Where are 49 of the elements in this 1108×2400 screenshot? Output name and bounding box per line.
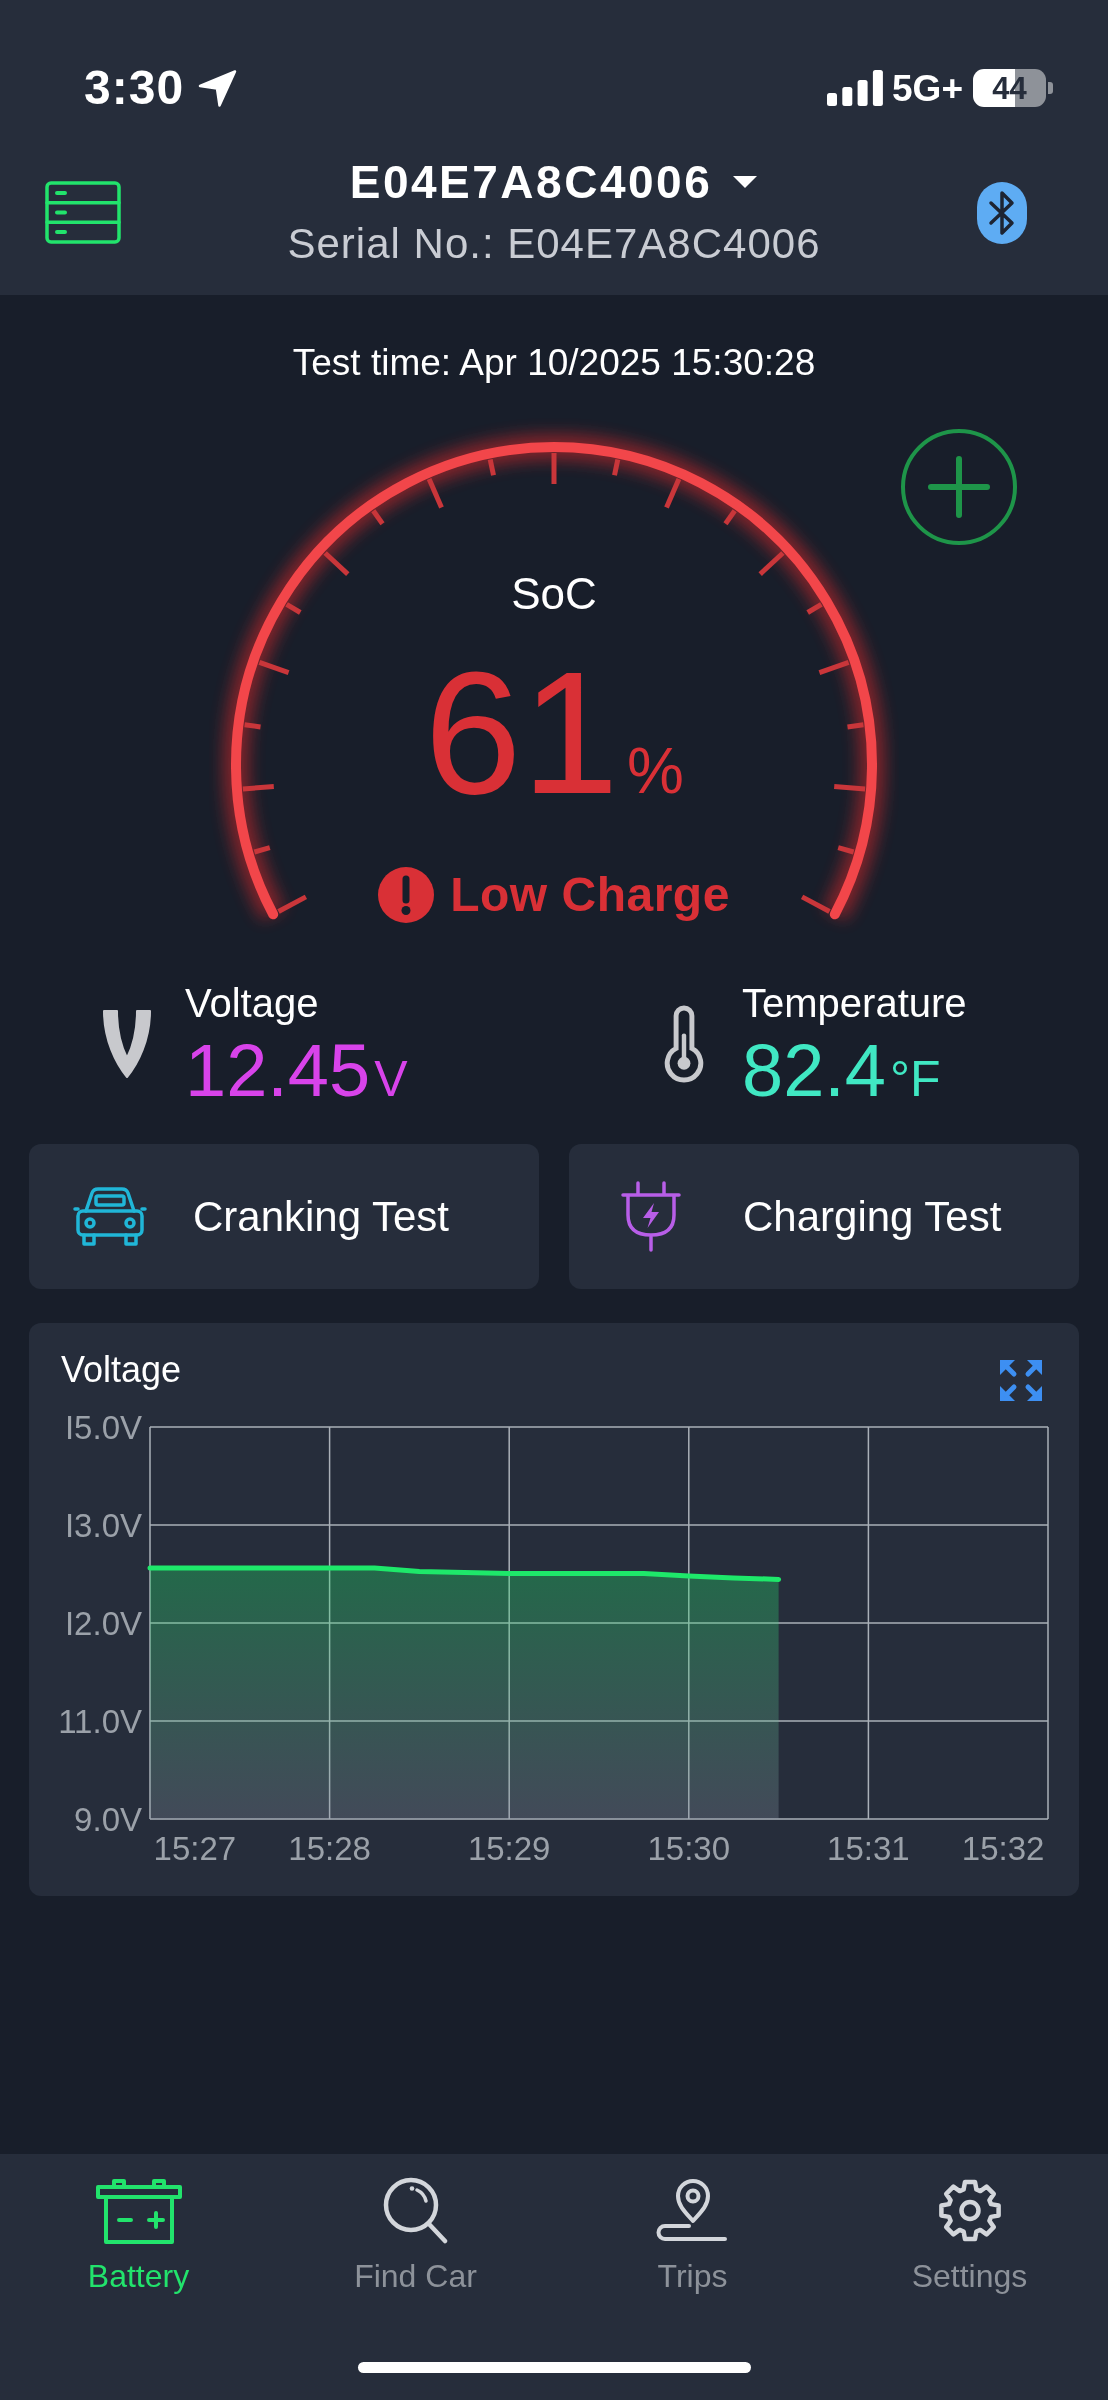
reading-value: 12.45 [185, 1034, 371, 1108]
battery-indicator: 44 [973, 69, 1053, 107]
nav-tab[interactable]: Find Car [277, 2154, 554, 2295]
chart-title: Voltage [61, 1348, 182, 1392]
nav-tab[interactable]: Trips [554, 2154, 831, 2295]
y-axis-label: 9.0V [74, 1801, 142, 1838]
caret-down-icon [732, 175, 759, 190]
device-selector-button[interactable]: E04E7A8C4006 [349, 157, 759, 208]
reading-label: Voltage [185, 980, 320, 1026]
gauge-label: SoC [511, 568, 597, 620]
signal-bars-icon [827, 70, 884, 106]
gear-icon[interactable] [936, 2177, 1003, 2244]
x-axis-label: 15:29 [467, 1830, 551, 1867]
y-axis-label: I2.0V [64, 1605, 142, 1642]
battery-icon[interactable] [94, 2177, 183, 2244]
gauge-unit: % [626, 739, 684, 803]
nav-tab[interactable]: Settings [831, 2154, 1108, 2295]
menu-list-icon[interactable] [45, 181, 121, 244]
nav-tab[interactable]: Battery [0, 2154, 277, 2295]
x-axis-label: 15:27 [153, 1830, 237, 1867]
location-arrow-icon [198, 69, 238, 107]
exclamation-circle-icon [378, 867, 435, 923]
plug-icon [619, 1181, 683, 1252]
charging-test-button[interactable]: Charging Test [569, 1144, 1079, 1289]
reading-unit: °F [890, 1054, 941, 1104]
x-axis-label: 15:28 [288, 1830, 371, 1867]
plus-circle-icon[interactable] [901, 429, 1017, 545]
reading-unit: V [374, 1054, 408, 1104]
cranking-test-button[interactable]: Cranking Test [29, 1144, 539, 1289]
y-axis-label: I3.0V [64, 1507, 142, 1544]
map-pin-route-icon[interactable] [656, 2177, 729, 2244]
x-axis-label: 15:30 [647, 1830, 731, 1867]
y-axis-label: 11.0V [58, 1703, 142, 1740]
car-icon [73, 1185, 147, 1248]
reading-value: 82.4 [742, 1034, 887, 1108]
charge-status-text: Low Charge [450, 871, 730, 919]
expand-icon[interactable] [1000, 1360, 1042, 1401]
search-icon[interactable] [382, 2177, 449, 2244]
serial-number-text: Serial No.: E04E7A8C4006 [287, 219, 821, 268]
test-time-text: Test time: Apr 10/2025 15:30:28 [292, 341, 816, 385]
network-label: 5G+ [892, 69, 963, 107]
gauge-value: 61 [424, 645, 619, 820]
x-axis-label: 15:32 [961, 1830, 1045, 1867]
y-axis-label: I5.0V [64, 1409, 142, 1446]
reading-label: Temperature [742, 980, 967, 1026]
voltage-symbol-icon [103, 1010, 151, 1078]
bluetooth-icon[interactable] [977, 181, 1027, 244]
status-time: 3:30 [84, 64, 185, 112]
x-axis-label: 15:31 [827, 1830, 910, 1867]
